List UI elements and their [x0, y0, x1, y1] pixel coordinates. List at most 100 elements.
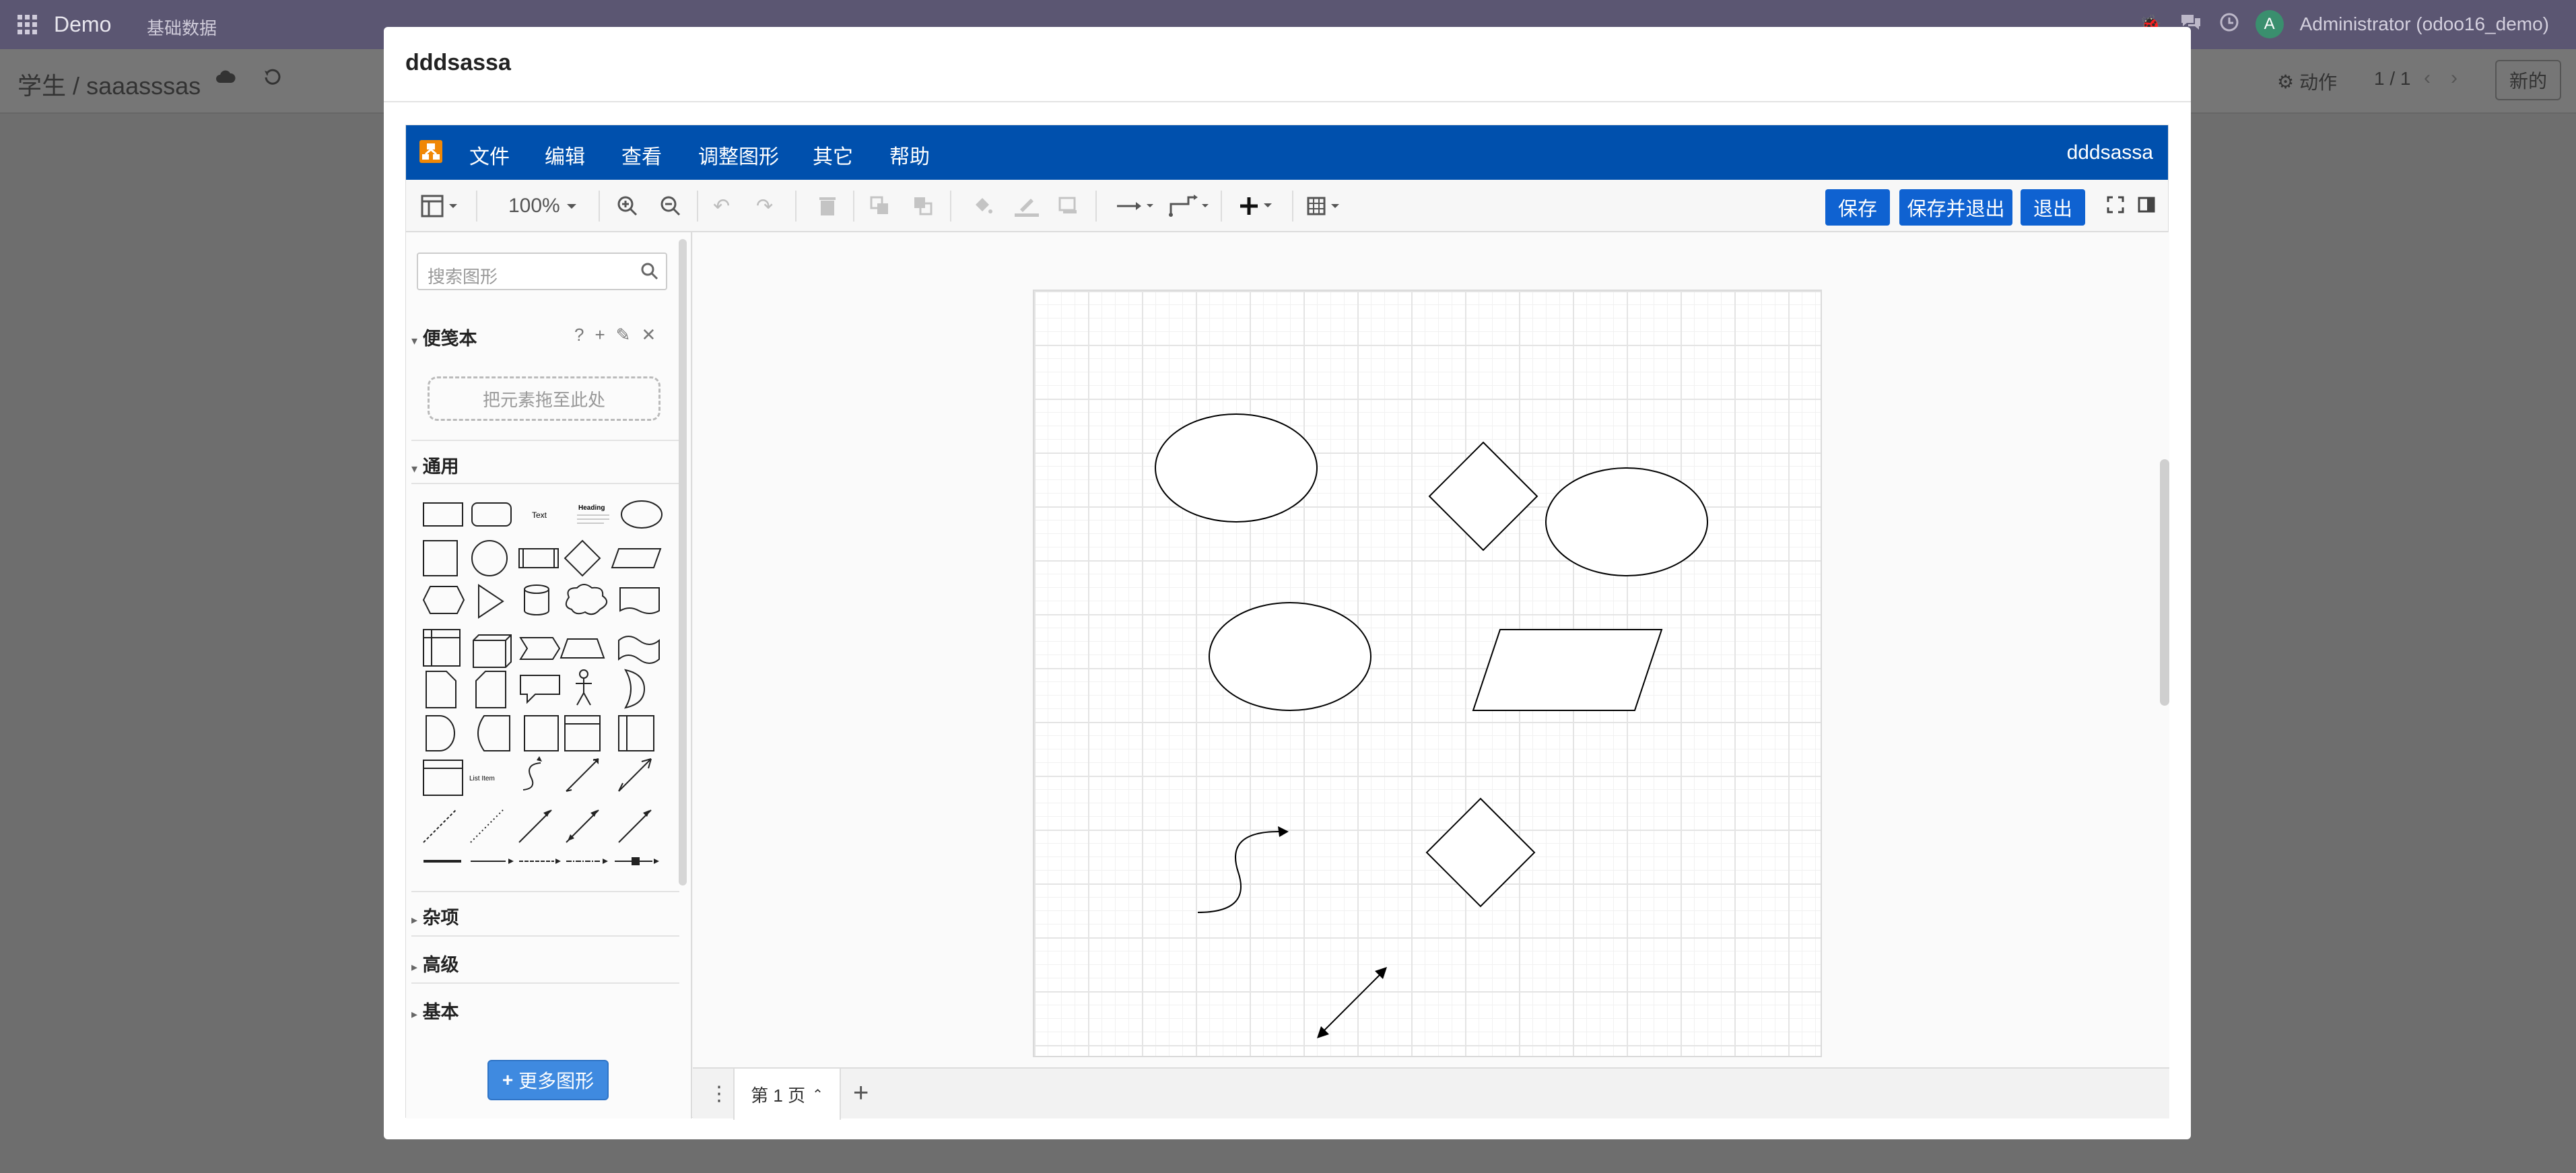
general-header[interactable]: ▾ 通用 [411, 452, 459, 478]
shape-search-input[interactable]: 搜索图形 [417, 253, 667, 290]
search-icon[interactable] [640, 262, 659, 286]
dialog-header: dddsassa [384, 27, 2191, 102]
save-button[interactable]: 保存 [1825, 189, 1890, 226]
dialog-scrollbar[interactable] [2160, 459, 2169, 706]
menu-file[interactable]: 文件 [469, 140, 510, 170]
ellipse-shape [1155, 413, 1318, 523]
pager-previous-icon[interactable]: ‹ [2424, 67, 2431, 90]
save-and-exit-button[interactable]: 保存并退出 [1899, 189, 2012, 226]
ellipse-shape [1209, 602, 1371, 711]
clock-icon[interactable] [2219, 12, 2239, 37]
general-label: 通用 [422, 457, 459, 477]
menu-extras[interactable]: 其它 [813, 140, 853, 170]
diagram-canvas[interactable] [693, 232, 2169, 1067]
misc-label: 杂项 [422, 908, 459, 928]
diamond-shape [1428, 441, 1538, 551]
to-front-icon[interactable] [869, 193, 891, 219]
drawio-logo-icon [419, 140, 442, 163]
edit-icon[interactable]: ✎ [616, 325, 631, 345]
pager-next-icon[interactable]: › [2451, 67, 2458, 90]
redo-icon[interactable]: ↷ [756, 193, 773, 219]
menu-arrange[interactable]: 调整图形 [698, 140, 779, 170]
breadcrumb-current: saaasssas [86, 72, 201, 100]
add-icon[interactable]: + [595, 325, 605, 345]
document-name: dddsassa [2066, 141, 2153, 164]
menu-edit[interactable]: 编辑 [545, 140, 585, 170]
basic-header[interactable]: ▸ 基本 [411, 997, 459, 1024]
actions-menu[interactable]: ⚙ 动作 [2277, 68, 2337, 95]
breadcrumb: 学生 / saaasssas [18, 67, 201, 102]
more-shapes-button[interactable]: + 更多图形 [487, 1060, 609, 1100]
gear-icon: ⚙ [2277, 71, 2295, 92]
plus-icon: + [502, 1069, 514, 1090]
advanced-label: 高级 [422, 955, 459, 975]
menu-view[interactable]: 查看 [621, 140, 662, 170]
search-placeholder: 搜索图形 [428, 267, 498, 287]
save-cloud-icon[interactable] [215, 68, 236, 90]
drawio-editor: 文件 编辑 查看 调整图形 其它 帮助 dddsassa 100% ↶ ↷ 保存… [405, 125, 2169, 1120]
shape-heading-sample: Heading [578, 504, 605, 512]
app-brand[interactable]: Demo [54, 12, 111, 37]
discard-icon[interactable] [263, 68, 281, 90]
user-name[interactable]: Administrator (odoo16_demo) [2300, 13, 2549, 35]
scratchpad-header[interactable]: ▾ 便笺本 [411, 324, 477, 350]
exit-button[interactable]: 退出 [2021, 189, 2085, 226]
actions-label: 动作 [2299, 72, 2338, 93]
delete-icon[interactable] [818, 193, 837, 219]
to-back-icon[interactable] [912, 193, 934, 219]
toggle-format-panel-icon[interactable] [2138, 192, 2155, 217]
breadcrumb-separator: / [73, 72, 80, 100]
format-panel-icon[interactable] [421, 193, 459, 219]
connection-style-icon[interactable] [1116, 193, 1156, 219]
apps-menu-icon[interactable] [18, 15, 38, 38]
undo-icon[interactable]: ↶ [713, 193, 730, 219]
diamond-shape [1425, 797, 1536, 908]
scratchpad-label: 便笺本 [422, 329, 477, 349]
shape-text-sample: Text [532, 510, 547, 520]
curved-arrow-shape [1197, 831, 1279, 913]
line-color-icon[interactable] [1015, 193, 1039, 219]
more-shapes-label: 更多图形 [518, 1071, 595, 1092]
help-icon[interactable]: ? [574, 325, 584, 345]
shapes-sidebar: 搜索图形 ▾ 便笺本 ? + ✎ ✕ 把元素拖至此处 ▾ 通用 Text Hea… [406, 232, 692, 1118]
basic-label: 基本 [422, 1002, 459, 1022]
user-avatar[interactable]: A [2255, 10, 2284, 38]
shadow-icon[interactable] [1058, 193, 1079, 219]
zoom-out-icon[interactable] [659, 193, 682, 219]
pager-value[interactable]: 1 / 1 [2374, 68, 2410, 90]
parallelogram-shape [1472, 629, 1663, 711]
insert-icon[interactable] [1240, 193, 1277, 219]
chevron-up-icon[interactable]: ⌃ [812, 1086, 823, 1103]
fill-color-icon[interactable] [972, 193, 993, 219]
shape-list-item-sample: List Item [469, 775, 495, 782]
zoom-value: 100% [508, 195, 560, 217]
sidebar-scrollbar[interactable] [679, 239, 687, 885]
bidirectional-arrow-shape [1321, 972, 1383, 1034]
waypoints-icon[interactable] [1168, 193, 1211, 219]
close-icon[interactable]: ✕ [641, 325, 656, 345]
ellipse-shape [1545, 467, 1708, 576]
caret-right-icon: ▸ [411, 960, 418, 974]
misc-header[interactable]: ▸ 杂项 [411, 903, 459, 929]
drawio-menubar: 文件 编辑 查看 调整图形 其它 帮助 dddsassa [406, 125, 2168, 180]
zoom-in-icon[interactable] [616, 193, 639, 219]
breadcrumb-parent[interactable]: 学生 [18, 72, 66, 100]
page-tabs-bar: ⋮ 第 1 页 ⌃ + [693, 1067, 2169, 1120]
general-shapes-palette[interactable]: Text Heading List Item [417, 495, 673, 885]
menu-help[interactable]: 帮助 [889, 140, 930, 170]
menu-basic-data[interactable]: 基础数据 [147, 15, 217, 40]
page-menu-icon[interactable]: ⋮ [709, 1082, 729, 1106]
caret-down-icon: ▾ [411, 462, 418, 475]
new-button[interactable]: 新的 [2495, 60, 2561, 100]
page-tab-1[interactable]: 第 1 页 ⌃ [733, 1069, 841, 1120]
diagram-page[interactable] [1033, 290, 1822, 1057]
fullscreen-icon[interactable] [2107, 192, 2124, 217]
zoom-level[interactable]: 100% [508, 193, 579, 219]
scratchpad-dropzone[interactable]: 把元素拖至此处 [428, 376, 660, 421]
diagram-shapes[interactable] [1034, 291, 1823, 1059]
caret-right-icon: ▸ [411, 1007, 418, 1021]
table-icon[interactable] [1307, 193, 1347, 219]
add-page-icon[interactable]: + [853, 1078, 869, 1108]
advanced-header[interactable]: ▸ 高级 [411, 950, 459, 976]
page-tab-label: 第 1 页 [751, 1085, 806, 1106]
